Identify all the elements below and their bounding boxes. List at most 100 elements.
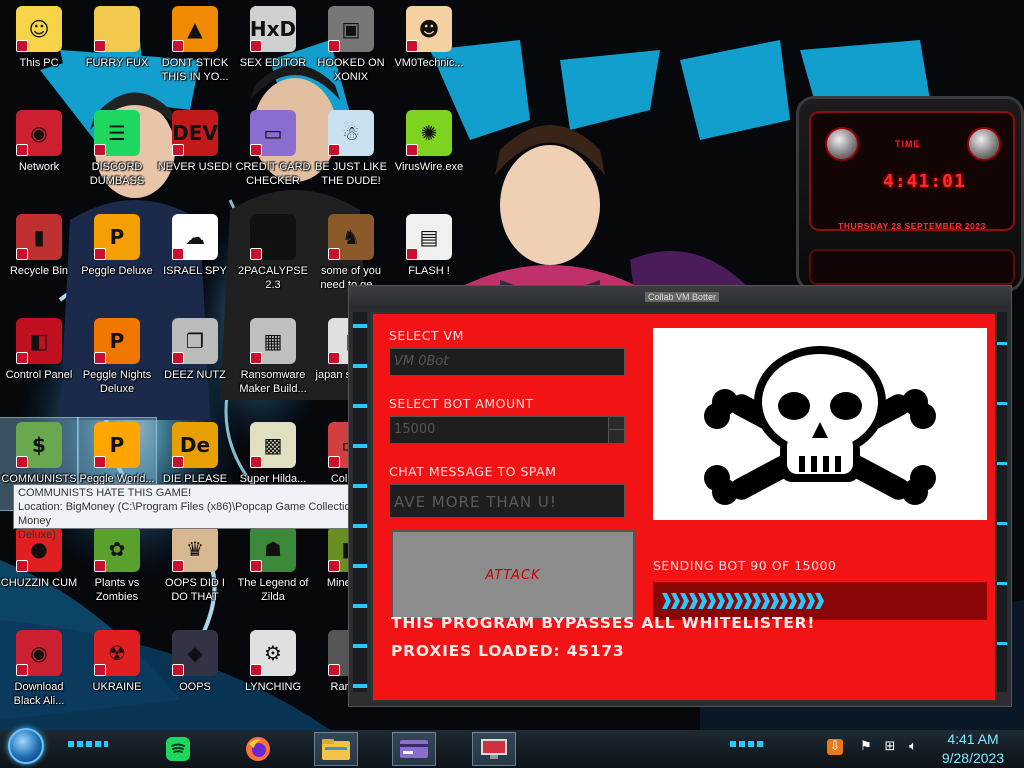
desktop-icon-label: CHUZZIN CUM [0,577,78,589]
desktop-icon[interactable]: ◉ Network [0,106,78,198]
clock-time: 4:41:01 [883,171,966,192]
taskbar-credit-card-checker[interactable] [392,732,436,766]
progress-chevron [734,593,743,609]
desktop-icon[interactable]: ❐ DEEZ NUTZ [156,314,234,406]
desktop-icon[interactable]: ☃ BE JUST LIKE THE DUDE! [312,106,390,198]
bot-amount-spinner[interactable] [608,417,624,443]
tray-network-icon[interactable]: ⊞ [882,739,898,755]
select-vm-input[interactable]: VM 0Bot [389,348,625,376]
progress-chevron [716,593,725,609]
desktop-icon[interactable]: ☁ ISRAEL SPY [156,210,234,302]
desktop-icon[interactable]: ▲ DONT STICK THIS IN YO... [156,2,234,94]
desktop-icon[interactable]: C:\_ 2PACALYPSE 2.3 [234,210,312,302]
desktop-icon-label: DONT STICK THIS IN YO... [161,57,229,83]
alienware-clock-gadget[interactable]: TIME 4:41:01 Thursday 28 September 2023 [796,96,1024,292]
spinner-up-icon[interactable] [609,417,624,430]
desktop-icon[interactable]: ☺ This PC [0,2,78,94]
desktop-icon[interactable]: DEV NEVER USED! [156,106,234,198]
desktop-icon[interactable]: HxD SEX EDITOR [234,2,312,94]
tray-flag-icon[interactable]: ⚑ [858,739,874,755]
lime-icon: ✺ [406,110,452,156]
chat-message-input[interactable]: AVE MORE THAN U! [389,484,625,518]
desktop-icon-label: CREDIT CARD CHECKER [235,161,311,187]
admin-shield-icon [94,456,106,468]
desktop-icon-label: VM0Technic... [394,57,464,69]
progress-chevron [725,593,734,609]
admin-shield-icon [250,664,262,676]
desktop-icon[interactable]: ▣ HOOKED ON XONIX [312,2,390,94]
admin-shield-icon [250,456,262,468]
progress-chevron [761,593,770,609]
admin-shield-icon [328,664,340,676]
admin-shield-icon [94,40,106,52]
taskbar-clock-date[interactable]: 9/28/2023 [934,749,1012,767]
desktop-icon[interactable]: ⚙ LYNCHING [234,626,312,718]
desktop-icon-label: Peggle Deluxe [81,265,153,277]
desktop-icon[interactable]: ◉ Download Black Ali... [0,626,78,718]
bot-amount-value: 15000 [394,422,436,437]
taskbar-file-explorer[interactable] [314,732,358,766]
flash-file-icon: ▤ [406,214,452,260]
collab-vm-botter-window[interactable]: Collab VM Botter SELECT VM VM 0Bot SELEC… [348,285,1012,707]
folder-icon [322,739,350,760]
desktop-icon-label: ISRAEL SPY [163,265,227,277]
desktop-icon-label: FURRY FUX [85,57,149,69]
spinner-down-icon[interactable] [609,430,624,443]
taskbar-clock-time[interactable]: 4:41 AM [938,730,1008,748]
alien-head-left-icon [825,127,859,161]
taskbar-spotify[interactable] [156,732,200,766]
desktop-icon[interactable]: ▦ Ransomware Maker Build... [234,314,312,406]
admin-shield-icon [94,664,106,676]
admin-shield-icon [172,40,184,52]
desktop-icon-label: Download Black Ali... [13,681,65,707]
network-cloud-icon: ☁ [172,214,218,260]
doctor-icon: ☻ [406,6,452,52]
progress-chevron [743,593,752,609]
clock-date: Thursday 28 September 2023 [838,221,986,231]
money-bag-icon: $ [16,422,62,468]
dark-window-icon: ◆ [172,630,218,676]
desktop-icon-label: Plants vs Zombies [94,577,140,603]
progress-chevron [752,593,761,609]
admin-shield-icon [406,40,418,52]
desktop-icon[interactable]: ▮ Recycle Bin [0,210,78,302]
tray-volume-icon[interactable]: 🔈︎ [905,739,921,755]
admin-shield-icon [250,144,262,156]
desktop-icon-label: DEEZ NUTZ [164,369,226,381]
admin-shield-icon [406,248,418,260]
spotify-icon: ☰ [94,110,140,156]
desktop-icon[interactable]: ◆ OOPS [156,626,234,718]
desktop-icon[interactable]: ☢ UKRAINE [78,626,156,718]
taskbar-monitor-app[interactable] [472,732,516,766]
progress-chevron [788,593,797,609]
desktop-icon-label: VirusWire.exe [394,161,464,173]
admin-shield-icon [172,560,184,572]
firefox-icon [246,737,270,761]
tray-app-icon[interactable]: ⇩ [827,739,843,755]
desktop-icon[interactable]: ☰ DISCORD DUMBASS [78,106,156,198]
recycle-bin-icon: ▮ [16,214,62,260]
desktop-icon-label: This PC [19,57,59,69]
desktop-icon[interactable]: ▭ CREDIT CARD CHECKER [234,106,312,198]
start-button[interactable] [8,728,44,764]
desktop-icon-label: SEX EDITOR [239,57,307,69]
taskbar-firefox[interactable] [236,732,280,766]
delphi-icon: De [172,422,218,468]
admin-shield-icon [328,40,340,52]
admin-shield-icon [172,144,184,156]
hex-editor-icon: HxD [250,6,296,52]
desktop-icon[interactable]: ◧ Control Panel [0,314,78,406]
desktop-icon[interactable]: P Peggle Deluxe [78,210,156,302]
desktop-icon[interactable]: ✺ VirusWire.exe [390,106,468,198]
admin-shield-icon [172,248,184,260]
attack-button[interactable]: ATTACK [391,530,635,620]
desktop-icon[interactable]: P Peggle Nights Deluxe [78,314,156,406]
bot-amount-stepper[interactable]: 15000 [389,416,625,444]
desktop-icon[interactable]: FURRY FUX [78,2,156,94]
clock-label: TIME [895,139,921,149]
admin-shield-icon [16,560,28,572]
radiation-icon: ☢ [94,630,140,676]
window-titlebar[interactable]: Collab VM Botter [349,286,1011,308]
desktop-icon[interactable]: ☻ VM0Technic... [390,2,468,94]
desktop-icon-label: The Legend of Zilda [237,577,309,603]
